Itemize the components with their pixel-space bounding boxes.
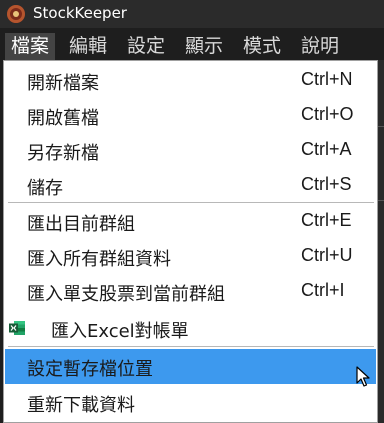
menu-item-shortcut: Ctrl+O bbox=[301, 104, 354, 124]
menu-item-save-as[interactable]: 另存新檔 Ctrl+A bbox=[5, 133, 376, 168]
menu-item-label: 重新下載資料 bbox=[27, 395, 135, 416]
menu-item-label: 開啟舊檔 bbox=[27, 108, 99, 129]
menu-item-save[interactable]: 儲存 Ctrl+S bbox=[5, 168, 376, 203]
menu-file[interactable]: 檔案 bbox=[5, 33, 55, 60]
title-bar: StockKeeper bbox=[0, 0, 384, 28]
menu-item-import-excel[interactable]: 匯入Excel對帳單 bbox=[5, 311, 376, 346]
menu-item-label: 匯出目前群組 bbox=[27, 214, 135, 235]
app-logo-icon bbox=[7, 5, 25, 23]
file-dropdown-menu: 開新檔案 Ctrl+N 開啟舊檔 Ctrl+O 另存新檔 Ctrl+A 儲存 C… bbox=[3, 60, 378, 423]
menu-item-shortcut: Ctrl+A bbox=[301, 139, 352, 159]
menu-item-shortcut: Ctrl+U bbox=[301, 245, 353, 265]
menu-item-new-file[interactable]: 開新檔案 Ctrl+N bbox=[5, 63, 376, 98]
menu-item-label: 匯入所有群組資料 bbox=[27, 249, 171, 270]
menu-item-export-group[interactable]: 匯出目前群組 Ctrl+E bbox=[5, 204, 376, 239]
menu-mode[interactable]: 模式 bbox=[237, 33, 287, 60]
menu-item-import-all-groups[interactable]: 匯入所有群組資料 Ctrl+U bbox=[5, 239, 376, 274]
menu-item-import-single-stock[interactable]: 匯入單支股票到當前群組 Ctrl+I bbox=[5, 274, 376, 309]
menu-item-label: 另存新檔 bbox=[27, 143, 99, 164]
menu-item-shortcut: Ctrl+N bbox=[301, 69, 353, 89]
background-window-edge bbox=[378, 60, 384, 423]
menu-item-shortcut: Ctrl+S bbox=[301, 174, 352, 194]
menu-edit[interactable]: 編輯 bbox=[63, 33, 113, 60]
menu-item-label: 設定暫存檔位置 bbox=[27, 359, 153, 380]
app-title: StockKeeper bbox=[33, 4, 127, 22]
mouse-cursor-icon bbox=[356, 366, 370, 387]
menu-view[interactable]: 顯示 bbox=[179, 33, 229, 60]
menu-help[interactable]: 說明 bbox=[295, 33, 345, 60]
menu-item-temp-file-location[interactable]: 設定暫存檔位置 bbox=[5, 349, 376, 384]
menu-separator bbox=[8, 202, 374, 203]
menu-item-redownload-data[interactable]: 重新下載資料 bbox=[5, 385, 376, 420]
menu-settings[interactable]: 設定 bbox=[121, 33, 171, 60]
menu-item-shortcut: Ctrl+E bbox=[301, 210, 352, 230]
excel-icon bbox=[9, 321, 25, 335]
menu-item-shortcut: Ctrl+I bbox=[301, 280, 345, 300]
menu-bar: 檔案 編輯 設定 顯示 模式 說明 bbox=[0, 33, 384, 60]
menu-item-label: 匯入單支股票到當前群組 bbox=[27, 284, 225, 305]
menu-item-open-file[interactable]: 開啟舊檔 Ctrl+O bbox=[5, 98, 376, 133]
menu-separator bbox=[8, 346, 374, 347]
menu-item-label: 開新檔案 bbox=[27, 73, 99, 94]
menu-item-label: 匯入Excel對帳單 bbox=[51, 321, 189, 342]
menu-item-label: 儲存 bbox=[27, 178, 63, 199]
